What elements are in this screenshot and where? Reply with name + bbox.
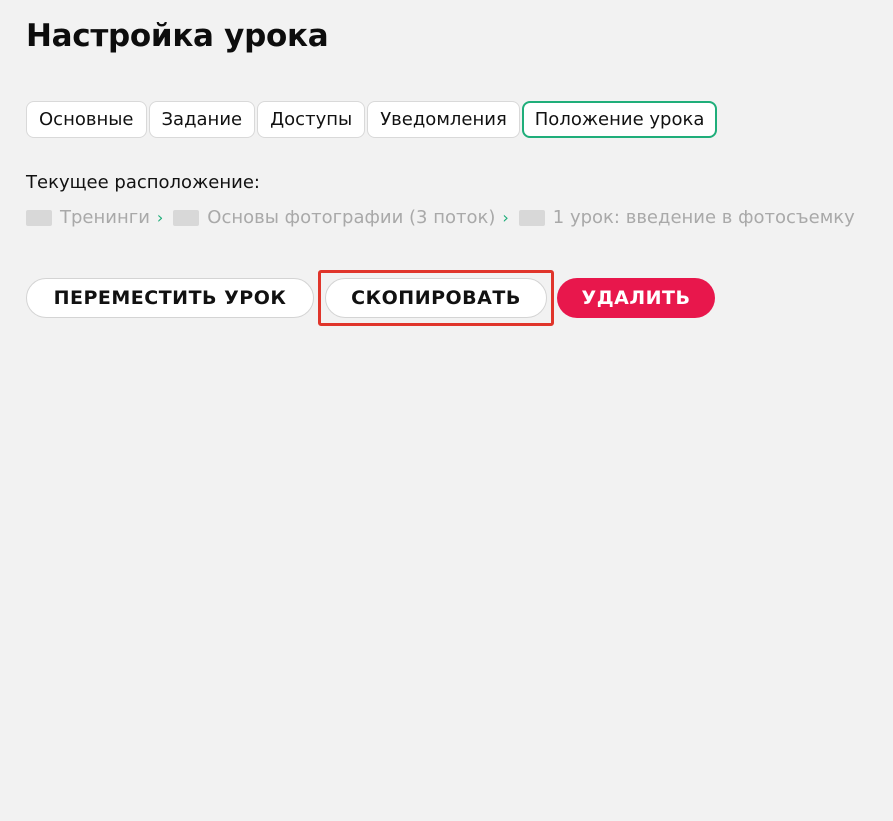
settings-tabs: Основные Задание Доступы Уведомления Пол… xyxy=(26,101,717,138)
folder-icon xyxy=(26,210,52,226)
folder-icon xyxy=(519,210,545,226)
breadcrumb-item-lesson[interactable]: 1 урок: введение в фотосъемку xyxy=(519,207,855,228)
breadcrumb: Тренинги › Основы фотографии (3 поток) ›… xyxy=(26,207,855,228)
copy-button[interactable]: СКОПИРОВАТЬ xyxy=(325,278,547,318)
breadcrumb-label: 1 урок: введение в фотосъемку xyxy=(553,207,855,228)
chevron-right-icon: › xyxy=(502,208,508,227)
copy-button-highlight: СКОПИРОВАТЬ xyxy=(318,270,554,326)
tab-notifications[interactable]: Уведомления xyxy=(367,101,520,138)
current-location-label: Текущее расположение: xyxy=(26,172,260,193)
tab-basic[interactable]: Основные xyxy=(26,101,147,138)
move-lesson-button[interactable]: ПЕРЕМЕСТИТЬ УРОК xyxy=(26,278,314,318)
tab-lesson-position[interactable]: Положение урока xyxy=(522,101,718,138)
tab-access[interactable]: Доступы xyxy=(257,101,365,138)
breadcrumb-item-trainings[interactable]: Тренинги xyxy=(26,207,150,228)
tab-task[interactable]: Задание xyxy=(149,101,256,138)
delete-button[interactable]: УДАЛИТЬ xyxy=(557,278,715,318)
page-title: Настройка урока xyxy=(26,18,328,54)
breadcrumb-label: Тренинги xyxy=(60,207,150,228)
folder-icon xyxy=(173,210,199,226)
lesson-actions: ПЕРЕМЕСТИТЬ УРОК СКОПИРОВАТЬ УДАЛИТЬ xyxy=(26,270,715,326)
breadcrumb-label: Основы фотографии (3 поток) xyxy=(207,207,495,228)
chevron-right-icon: › xyxy=(157,208,163,227)
breadcrumb-item-course[interactable]: Основы фотографии (3 поток) xyxy=(173,207,495,228)
